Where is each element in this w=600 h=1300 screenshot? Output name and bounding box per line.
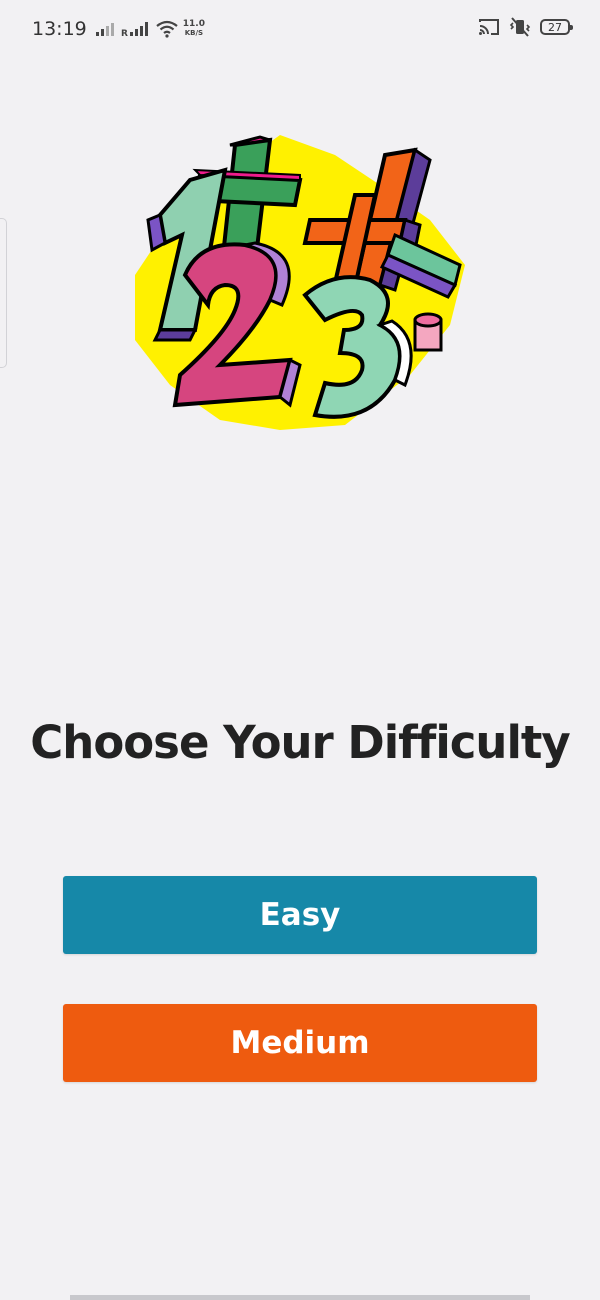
roaming-signal-icon: R bbox=[121, 22, 148, 37]
vibrate-icon bbox=[509, 17, 531, 37]
page-title: Choose Your Difficulty bbox=[30, 716, 570, 769]
network-speed: 11.0 KB/S bbox=[183, 20, 205, 38]
svg-text:R: R bbox=[121, 29, 128, 37]
network-speed-value: 11.0 bbox=[182, 19, 205, 29]
medium-button[interactable]: Medium bbox=[63, 1004, 537, 1082]
wifi-icon bbox=[156, 20, 178, 38]
status-time: 13:19 bbox=[32, 18, 87, 40]
network-speed-unit: KB/S bbox=[184, 29, 204, 37]
numbers-illustration bbox=[135, 135, 465, 430]
status-icons-left: R 11.0 KB/S bbox=[95, 20, 205, 38]
medium-button-label: Medium bbox=[230, 1025, 370, 1061]
signal-icon bbox=[95, 23, 114, 36]
pink-peg-shape bbox=[413, 312, 443, 352]
status-bar-left: 13:19 R 11.0 KB/S bbox=[32, 18, 205, 40]
side-edge-handle[interactable] bbox=[0, 218, 7, 368]
battery-level: 27 bbox=[548, 20, 562, 34]
easy-button[interactable]: Easy bbox=[63, 876, 537, 954]
gesture-nav-bar[interactable] bbox=[70, 1295, 530, 1300]
easy-button-label: Easy bbox=[259, 897, 341, 933]
cast-icon bbox=[479, 19, 499, 35]
battery-icon: 27 bbox=[540, 19, 573, 35]
status-bar: 13:19 R 11.0 KB/S 27 bbox=[0, 0, 600, 60]
status-bar-right: 27 bbox=[478, 17, 573, 37]
